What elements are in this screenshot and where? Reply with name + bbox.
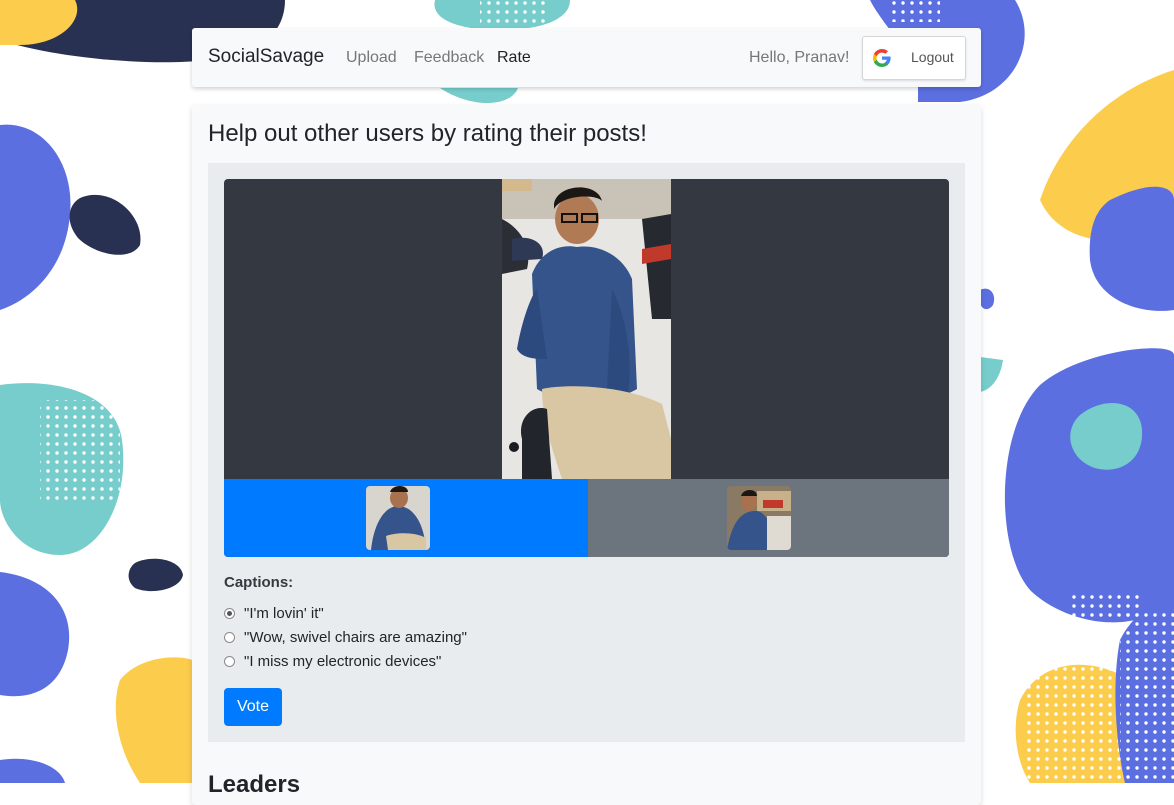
nav-link-rate[interactable]: Rate bbox=[497, 49, 531, 67]
nav-link-feedback[interactable]: Feedback bbox=[414, 49, 484, 67]
vote-button[interactable]: Vote bbox=[224, 688, 282, 726]
image-carousel bbox=[224, 179, 949, 557]
nav-link-upload[interactable]: Upload bbox=[346, 49, 397, 67]
thumbnail-image bbox=[727, 486, 791, 550]
user-greeting: Hello, Pranav! bbox=[749, 49, 850, 66]
thumbnail-slide-2[interactable] bbox=[588, 479, 949, 557]
rate-card: Help out other users by rating their pos… bbox=[192, 105, 981, 805]
thumbnail-image bbox=[366, 486, 430, 550]
captions-label: Captions: bbox=[224, 574, 294, 591]
radio-button[interactable] bbox=[224, 656, 235, 667]
page-title: Help out other users by rating their pos… bbox=[208, 120, 647, 147]
main-photo bbox=[502, 179, 671, 479]
caption-text: "I'm lovin' it" bbox=[244, 605, 324, 622]
radio-button[interactable] bbox=[224, 632, 235, 643]
caption-text: "I miss my electronic devices" bbox=[244, 653, 442, 670]
caption-text: "Wow, swivel chairs are amazing" bbox=[244, 629, 467, 646]
google-g-icon bbox=[873, 49, 891, 67]
logout-label: Logout bbox=[911, 49, 954, 65]
logout-button[interactable]: Logout bbox=[862, 36, 966, 80]
leaders-heading: Leaders bbox=[208, 771, 301, 798]
rating-panel: Captions: "I'm lovin' it" "Wow, swivel c… bbox=[208, 163, 965, 742]
brand-link[interactable]: SocialSavage bbox=[208, 46, 324, 68]
thumbnail-slide-1[interactable] bbox=[224, 479, 588, 557]
radio-button-checked[interactable] bbox=[224, 608, 235, 619]
top-navbar: SocialSavage Upload Feedback Rate Hello,… bbox=[192, 28, 981, 87]
